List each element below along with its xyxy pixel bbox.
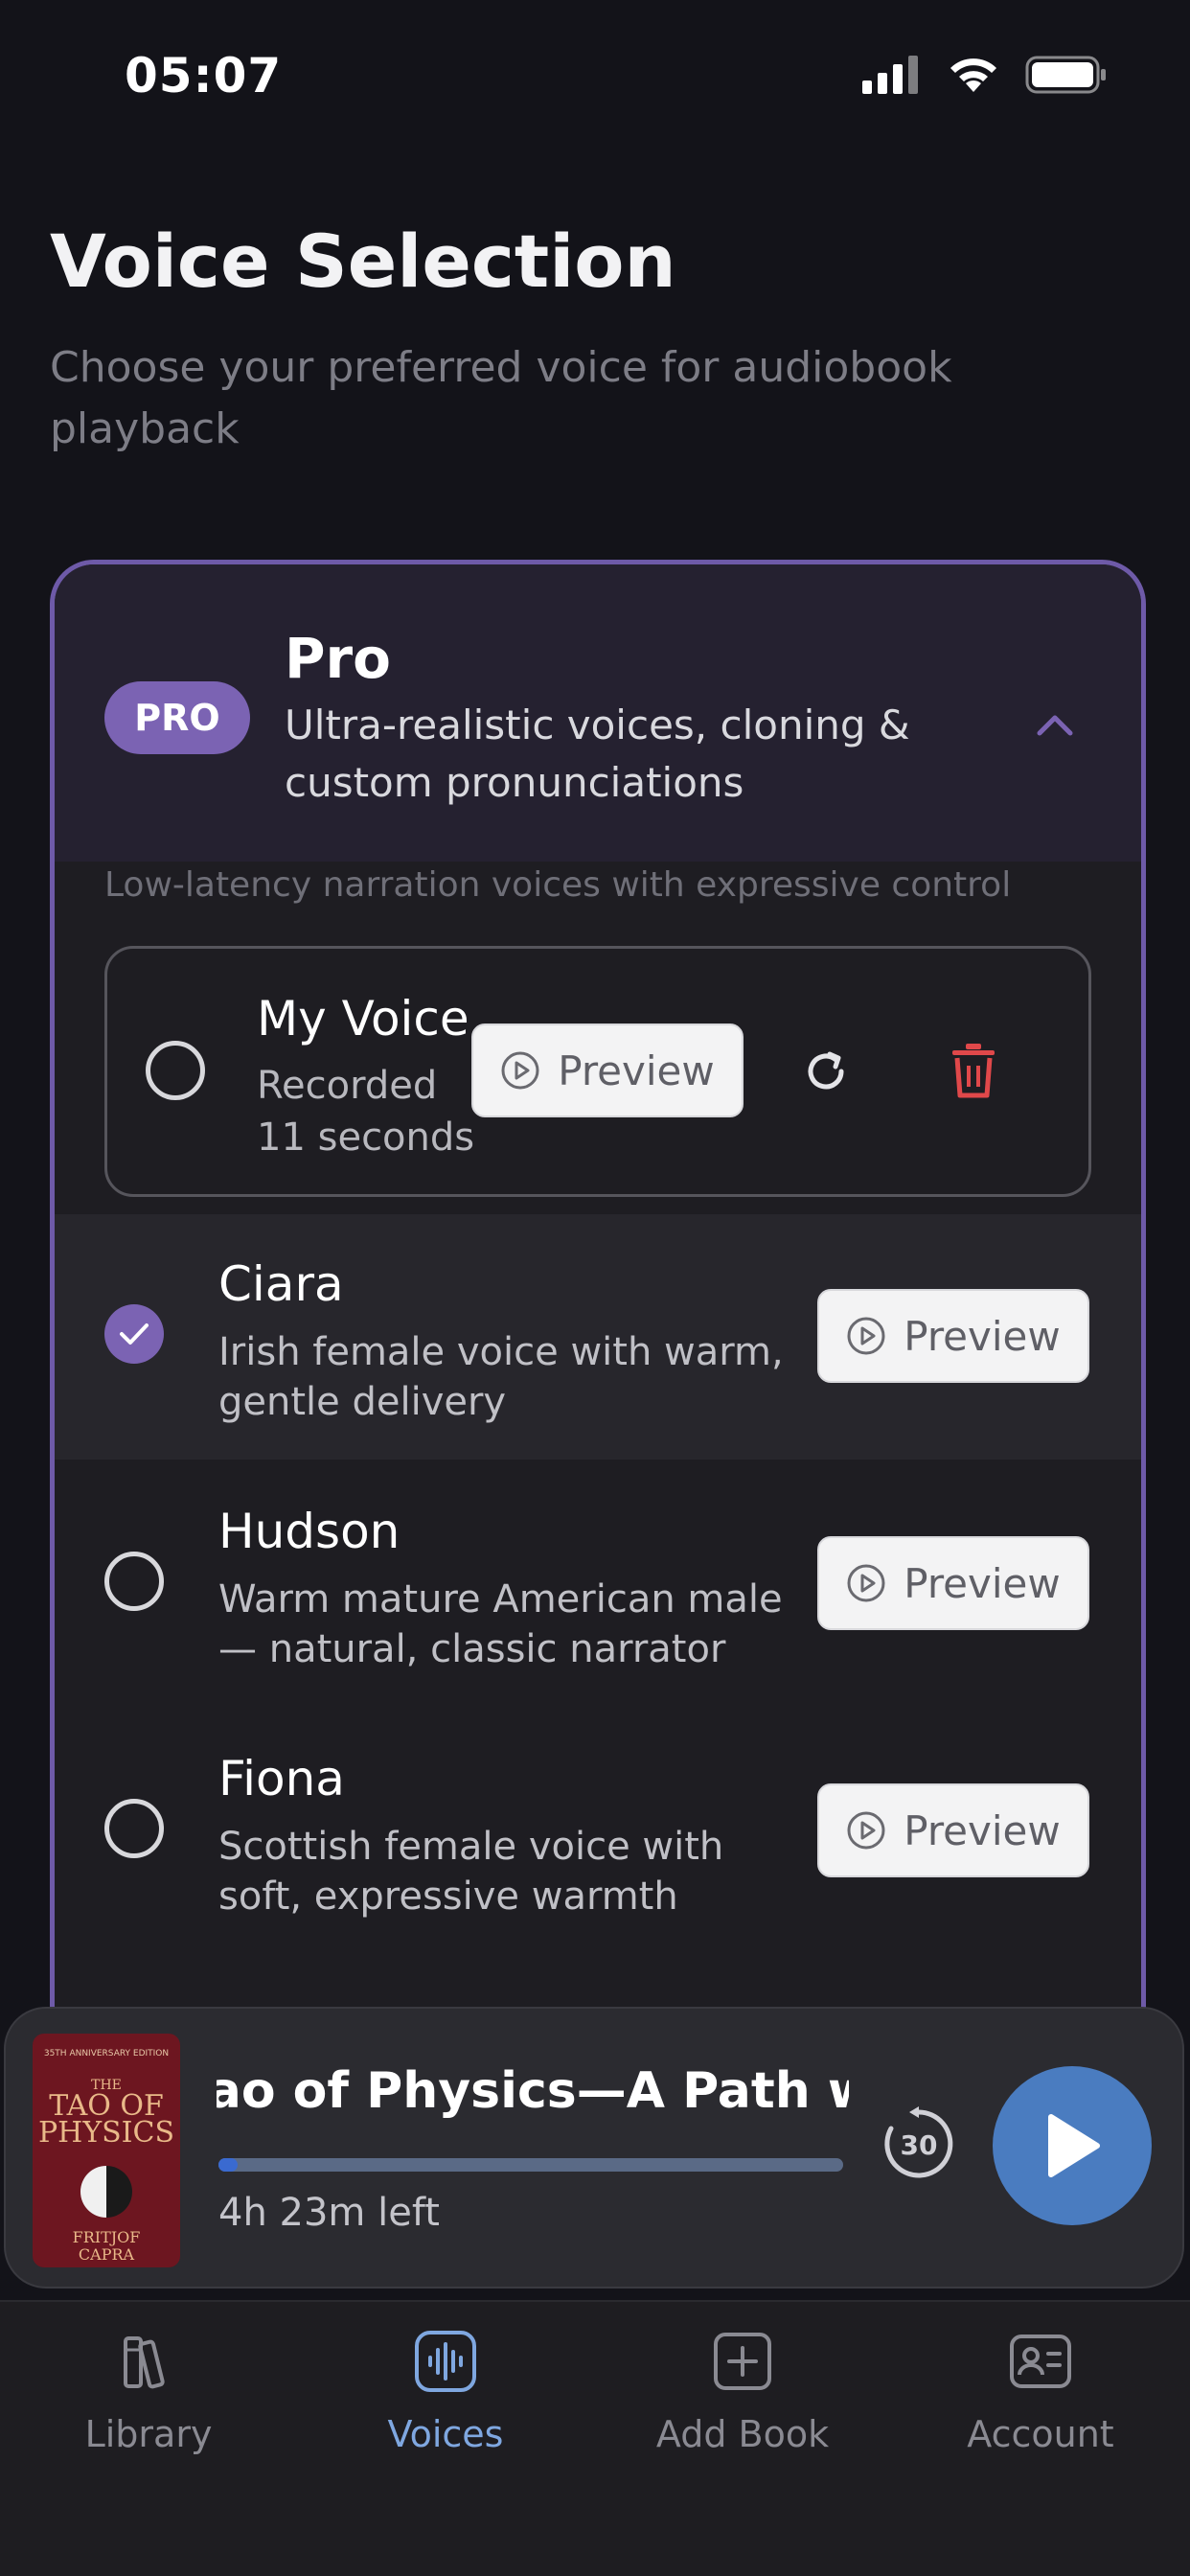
battery-icon (1025, 56, 1106, 94)
voice-item-fiona[interactable]: Fiona Scottish female voice with soft, e… (55, 1709, 1141, 1954)
play-icon (1048, 2114, 1100, 2177)
cover-author-line: CAPRA (78, 2245, 135, 2264)
library-icon (124, 2336, 165, 2389)
preview-label: Preview (904, 1559, 1061, 1607)
account-icon (1010, 2334, 1071, 2388)
status-bar: 05:07 (0, 0, 1190, 153)
tab-label: Voices (387, 2413, 504, 2455)
voice-description: Scottish female voice with soft, express… (218, 1825, 724, 1919)
my-voice-meta: Recorded 11 seconds (257, 1060, 487, 1163)
time-left: 4h 23m left (218, 2191, 440, 2235)
tab-account[interactable]: Account (926, 2327, 1156, 2455)
tab-voices[interactable]: Voices (331, 2327, 561, 2455)
voice-radio-checked[interactable] (104, 1304, 164, 1364)
pro-tier-card: PRO Pro Ultra-realistic voices, cloning … (50, 560, 1146, 2064)
play-circle-icon (501, 1051, 539, 1090)
voice-item-hudson[interactable]: Hudson Warm mature American male — natur… (55, 1461, 1141, 1707)
voice-preview-button[interactable]: Preview (817, 1289, 1089, 1383)
voice-description: Warm mature American male — natural, cla… (218, 1577, 783, 1671)
tier-description: Ultra-realistic voices, cloning & custom… (285, 702, 910, 806)
voice-name: Hudson (218, 1504, 400, 1559)
voice-description: Irish female voice with warm, gentle del… (218, 1330, 784, 1424)
voice-radio[interactable] (104, 1799, 164, 1858)
player-title-marquee: Tao of Physics—A Path with a H (217, 2062, 849, 2139)
progress-bar[interactable] (218, 2158, 843, 2172)
voice-item-ciara[interactable]: Ciara Irish female voice with warm, gent… (55, 1214, 1141, 1460)
add-book-icon (714, 2333, 771, 2390)
preview-label: Preview (558, 1046, 715, 1094)
cover-title: THE TAO OF PHYSICS (33, 2078, 180, 2150)
voice-radio[interactable] (104, 1552, 164, 1611)
trash-icon[interactable] (950, 1043, 996, 1098)
tier-title: Pro (285, 626, 391, 691)
skip-back-30-icon[interactable]: 30 (878, 2103, 960, 2185)
my-voice-name: My Voice (257, 991, 469, 1046)
tab-library[interactable]: Library (34, 2327, 263, 2455)
tab-add-book[interactable]: Add Book (628, 2327, 858, 2455)
yin-yang-icon (80, 2166, 132, 2218)
wifi-icon (950, 58, 996, 92)
page-subtitle: Choose your preferred voice for audioboo… (50, 343, 952, 453)
signal-icon (862, 56, 918, 94)
voice-name: Fiona (218, 1751, 345, 1806)
play-button[interactable] (993, 2066, 1152, 2225)
page-title: Voice Selection (50, 218, 676, 304)
tab-label: Add Book (655, 2413, 830, 2455)
pro-badge: PRO (104, 681, 250, 754)
tier-note: Low-latency narration voices with expres… (104, 865, 1012, 905)
voice-selection-screen: 05:07 Voice Selection Choose your prefer… (0, 0, 1190, 2576)
status-time: 05:07 (125, 48, 283, 104)
skip-seconds-label: 30 (901, 2129, 938, 2161)
my-voice-status: Recorded (257, 1064, 438, 1108)
voices-icon (415, 2331, 476, 2392)
play-circle-icon (847, 1811, 885, 1850)
voice-name: Ciara (218, 1256, 344, 1312)
tab-label: Account (967, 2413, 1114, 2455)
progress-fill (218, 2158, 238, 2172)
preview-label: Preview (904, 1312, 1061, 1360)
my-voice-preview-button[interactable]: Preview (471, 1024, 744, 1117)
play-circle-icon (847, 1317, 885, 1355)
tab-bar: Library Voices Add Book Account (0, 2300, 1190, 2576)
cover-title-line: PHYSICS (37, 2116, 175, 2150)
play-circle-icon (847, 1564, 885, 1602)
status-icons (862, 56, 1108, 94)
tab-label: Library (84, 2413, 213, 2455)
my-voice-radio[interactable] (146, 1041, 205, 1100)
voice-preview-button[interactable]: Preview (817, 1783, 1089, 1877)
re-record-icon[interactable] (799, 1045, 853, 1098)
preview-label: Preview (904, 1806, 1061, 1854)
cover-author-line: FRITJOF (72, 2228, 141, 2246)
cover-author: FRITJOF CAPRA (33, 2229, 180, 2264)
my-voice-duration: 11 seconds (257, 1116, 475, 1160)
my-voice-item[interactable]: My Voice Recorded 11 seconds Preview (104, 946, 1091, 1197)
voice-preview-button[interactable]: Preview (817, 1536, 1089, 1630)
book-cover[interactable]: 35TH ANNIVERSARY EDITION THE TAO OF PHYS… (33, 2034, 180, 2267)
cover-edition: 35TH ANNIVERSARY EDITION (43, 2049, 170, 2058)
mini-player[interactable]: 35TH ANNIVERSARY EDITION THE TAO OF PHYS… (4, 2007, 1184, 2288)
chevron-up-icon[interactable] (1026, 697, 1084, 754)
checkmark-icon (120, 1323, 149, 1345)
tier-header[interactable]: PRO Pro Ultra-realistic voices, cloning … (55, 564, 1141, 862)
player-title: Tao of Physics—A Path with a H (217, 2062, 849, 2120)
